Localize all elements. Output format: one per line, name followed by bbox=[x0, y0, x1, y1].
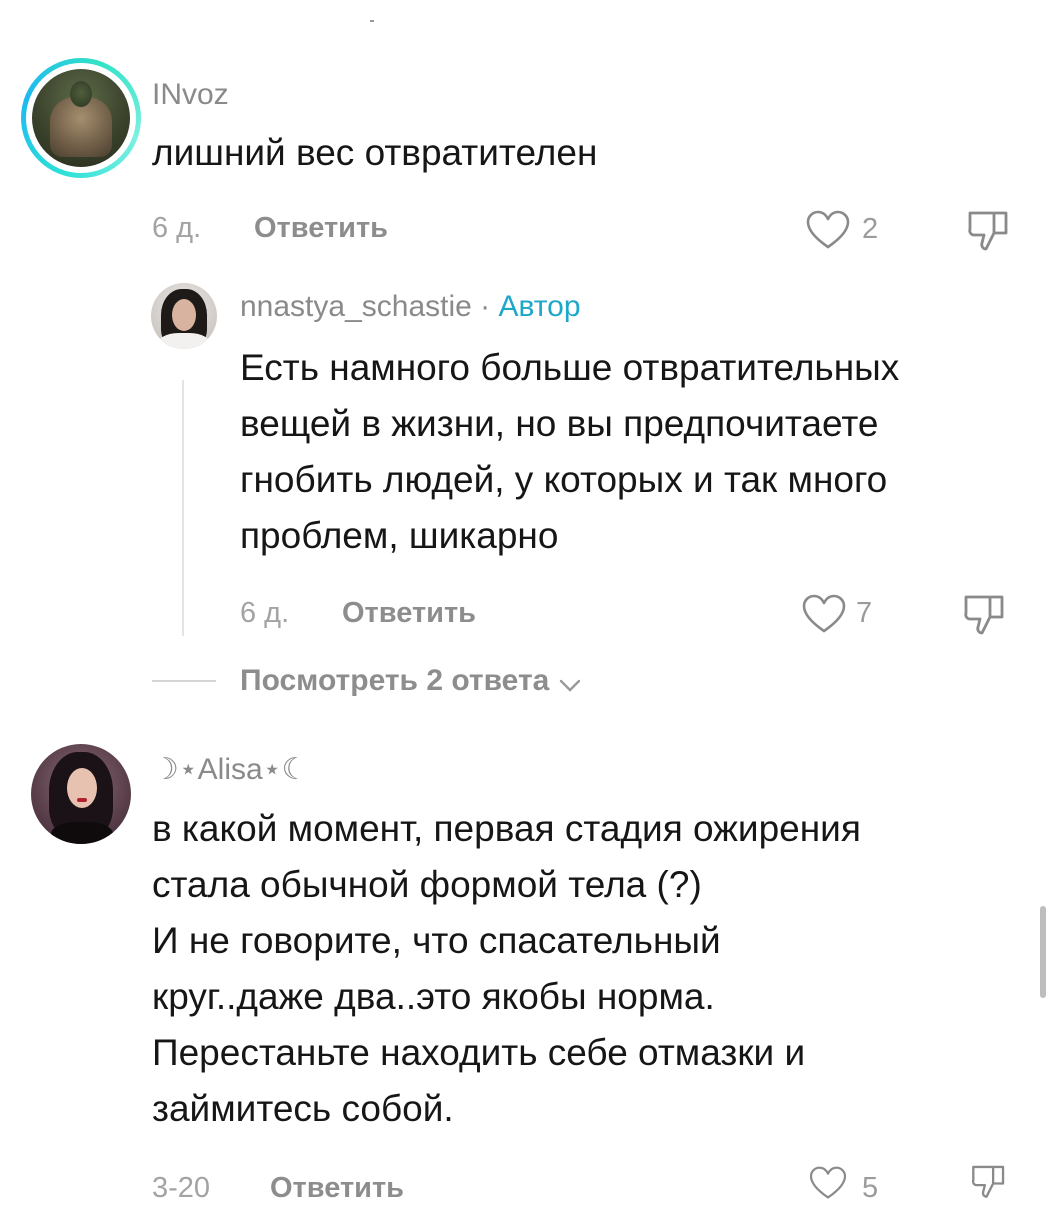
avatar-story-ring[interactable] bbox=[21, 58, 141, 178]
comment-text-line: займитесь собой. bbox=[152, 1088, 454, 1129]
comment-text-line: вещей в жизни, но вы предпочитаете bbox=[240, 403, 879, 444]
top-divider-dot bbox=[370, 20, 374, 22]
avatar[interactable] bbox=[31, 744, 131, 844]
thumbs-down-outline-icon[interactable] bbox=[966, 207, 1012, 253]
thumbs-down-outline-icon[interactable] bbox=[966, 1162, 1012, 1200]
like-count: 2 bbox=[862, 213, 879, 245]
heart-outline-icon[interactable] bbox=[806, 1166, 850, 1200]
author-badge: Автор bbox=[498, 290, 581, 323]
comment-text: лишний вес отвратителен bbox=[152, 132, 598, 173]
reply-button[interactable]: Ответить bbox=[270, 1172, 404, 1205]
comment-text-line: проблем, шикарно bbox=[240, 515, 559, 556]
comment-text: в какой момент, первая стадия ожирения с… bbox=[152, 801, 861, 1137]
like-count: 7 bbox=[856, 597, 873, 629]
comment-text-line: И не говорите, что спасательный bbox=[152, 920, 721, 961]
heart-outline-icon[interactable] bbox=[806, 210, 850, 250]
replies-divider bbox=[152, 680, 216, 682]
scrollbar-thumb[interactable] bbox=[1040, 906, 1046, 998]
comment-username[interactable]: nnastya_schastie bbox=[240, 290, 472, 323]
comment-text-line: круг..даже два..это якобы норма. bbox=[152, 976, 715, 1017]
heart-outline-icon[interactable] bbox=[802, 594, 846, 634]
thread-line bbox=[182, 380, 184, 636]
comment-text-line: Перестаньте находить себе отмазки и bbox=[152, 1032, 806, 1073]
reply-button[interactable]: Ответить bbox=[342, 597, 476, 630]
comment-username[interactable]: ☽⋆Alisa⋆☾ bbox=[152, 752, 308, 787]
reply-button[interactable]: Ответить bbox=[254, 212, 388, 245]
avatar[interactable] bbox=[151, 283, 217, 349]
comment-text-line: в какой момент, первая стадия ожирения bbox=[152, 808, 861, 849]
view-replies-label: Посмотреть 2 ответа bbox=[240, 664, 550, 697]
comment-username[interactable]: INvoz bbox=[152, 78, 229, 112]
thumbs-down-outline-icon[interactable] bbox=[962, 591, 1008, 637]
avatar[interactable] bbox=[32, 69, 130, 167]
chevron-down-icon bbox=[558, 678, 582, 694]
like-count: 5 bbox=[862, 1172, 879, 1204]
separator-dot: · bbox=[471, 290, 499, 323]
comment-text-line: стала обычной формой тела (?) bbox=[152, 864, 702, 905]
comment-text-line: гнобить людей, у которых и так много bbox=[240, 459, 888, 500]
comment-time: 6 д. bbox=[152, 212, 202, 244]
comment-time: 6 д. bbox=[240, 597, 290, 629]
comment-time: 3-20 bbox=[152, 1172, 211, 1204]
view-replies-button[interactable]: Посмотреть 2 ответа bbox=[240, 664, 582, 698]
comment-header: nnastya_schastie · Автор bbox=[240, 290, 581, 324]
comment-text: Есть намного больше отвратительных вещей… bbox=[240, 340, 899, 564]
comment-text-line: Есть намного больше отвратительных bbox=[240, 347, 900, 388]
